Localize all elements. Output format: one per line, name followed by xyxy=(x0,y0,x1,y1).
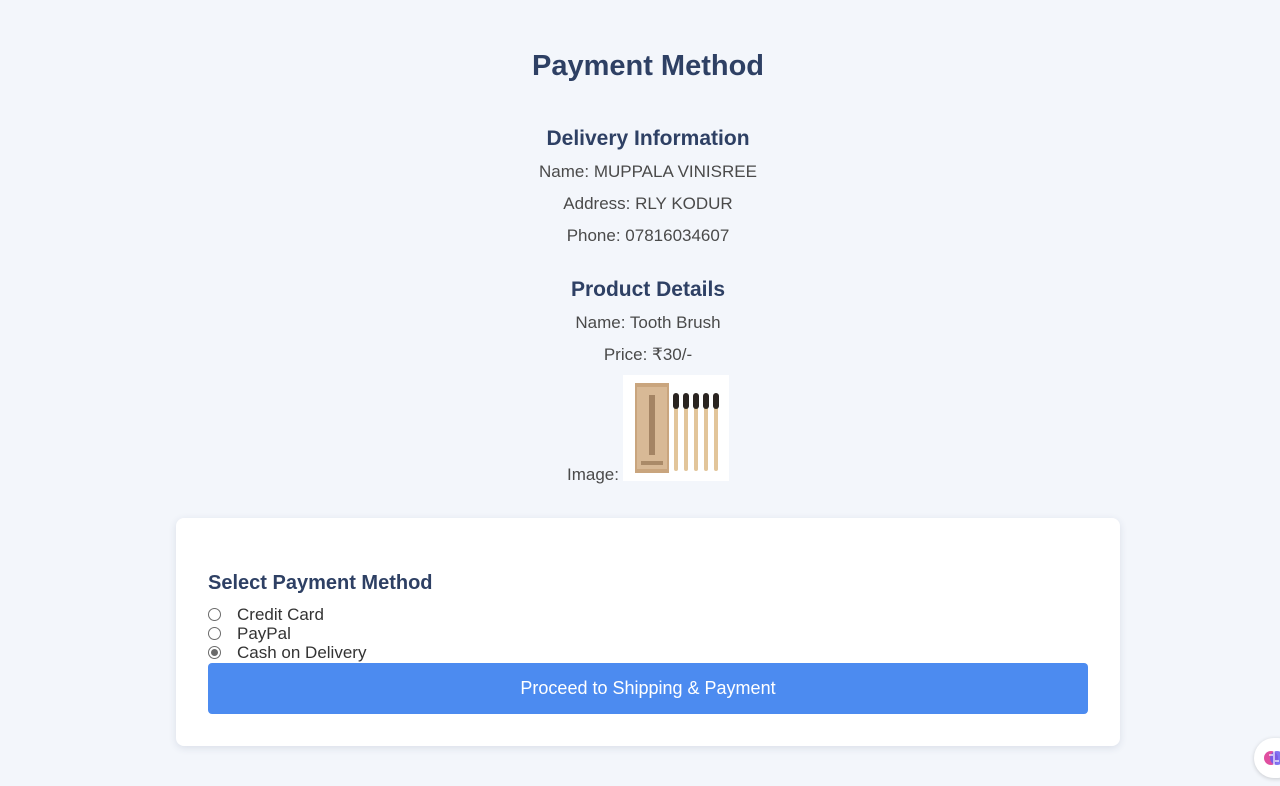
delivery-phone: Phone: 07816034607 xyxy=(566,226,730,245)
delivery-info-heading: Delivery Information xyxy=(546,127,750,150)
payment-option-cash-on-delivery[interactable]: Cash on Delivery xyxy=(208,643,366,662)
select-payment-heading: Select Payment Method xyxy=(208,572,433,594)
brain-icon xyxy=(1264,751,1280,765)
product-details-heading: Product Details xyxy=(570,278,726,301)
cash-on-delivery-radio[interactable] xyxy=(208,646,221,659)
toothbrush-pack-illustration xyxy=(622,375,729,481)
payment-page: Payment Method Delivery Information Name… xyxy=(0,0,1280,786)
product-name: Name: Tooth Brush xyxy=(575,313,721,332)
product-image-row: Image: xyxy=(567,375,729,484)
paypal-radio[interactable] xyxy=(208,627,221,640)
proceed-to-shipping-button[interactable]: Proceed to Shipping & Payment xyxy=(208,663,1088,714)
cash-on-delivery-label: Cash on Delivery xyxy=(237,642,367,662)
product-image xyxy=(622,375,729,481)
product-image-label: Image: xyxy=(567,465,619,484)
delivery-name: Name: MUPPALA VINISREE xyxy=(539,162,757,181)
credit-card-label: Credit Card xyxy=(237,604,324,624)
payment-method-card: Select Payment Method Credit Card PayPal… xyxy=(176,518,1120,746)
credit-card-radio[interactable] xyxy=(208,608,221,621)
payment-option-paypal[interactable]: PayPal xyxy=(208,624,291,643)
assistant-widget-button[interactable] xyxy=(1254,738,1280,778)
product-price: Price: ₹30/- xyxy=(603,345,693,364)
payment-option-credit-card[interactable]: Credit Card xyxy=(208,605,324,624)
page-title: Payment Method xyxy=(531,50,765,82)
delivery-address: Address: RLY KODUR xyxy=(563,194,733,213)
paypal-label: PayPal xyxy=(237,623,291,643)
